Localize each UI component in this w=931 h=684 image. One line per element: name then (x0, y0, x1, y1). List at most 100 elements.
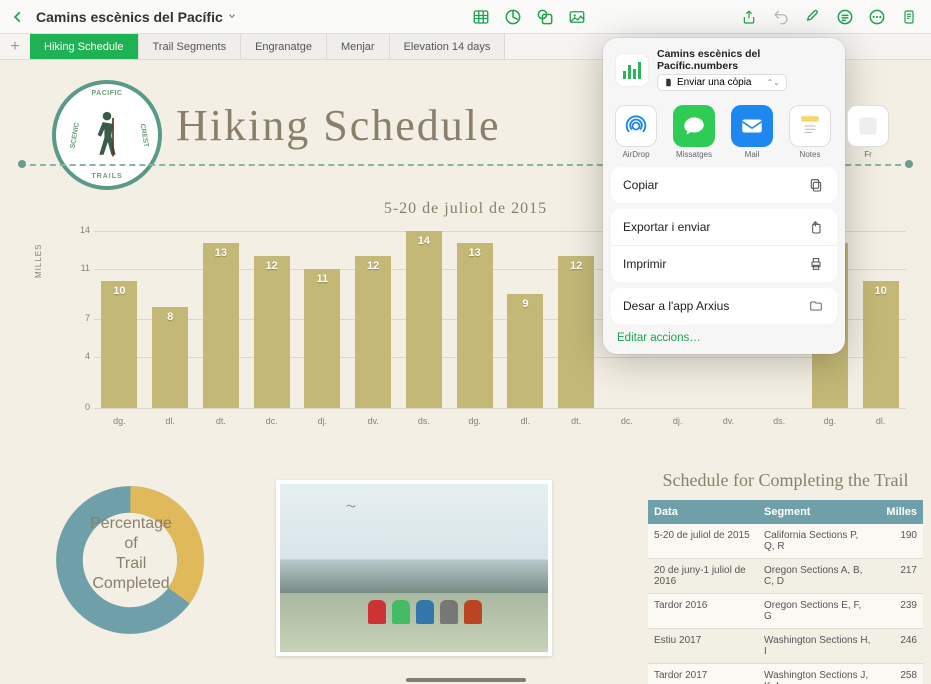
table-row[interactable]: 5-20 de juliol de 2015California Section… (648, 524, 923, 559)
shapes-icon[interactable] (529, 3, 561, 31)
share-app-other[interactable]: Fr (847, 105, 889, 159)
share-app-mail[interactable]: Mail (731, 105, 773, 159)
bar[interactable]: 10 (863, 281, 899, 408)
back-button[interactable] (6, 5, 30, 29)
chart-icon[interactable] (497, 3, 529, 31)
sheet-tab[interactable]: Hiking Schedule (30, 34, 139, 59)
bar[interactable]: 11 (304, 269, 340, 408)
table-row[interactable]: Tardor 2016Oregon Sections E, F, G239 (648, 594, 923, 629)
logo-text-top: PACIFIC (56, 90, 158, 97)
x-tick: dc. (266, 416, 278, 426)
bar-value: 10 (101, 285, 137, 297)
bar-value: 11 (304, 273, 340, 285)
bar[interactable]: 14 (406, 231, 442, 408)
bar[interactable]: 12 (254, 256, 290, 408)
share-icon[interactable] (733, 3, 765, 31)
x-tick: dg. (113, 416, 126, 426)
action-print[interactable]: Imprimir (611, 245, 837, 282)
gridline (94, 408, 906, 409)
action-export[interactable]: Exportar i enviar (611, 209, 837, 245)
y-tick: 11 (72, 263, 90, 273)
donut-label: Percentage of Trail Completed (56, 514, 206, 594)
y-tick: 4 (72, 351, 90, 361)
x-tick: dv. (723, 416, 734, 426)
bar-value: 12 (558, 260, 594, 272)
sheet-tab[interactable]: Trail Segments (139, 34, 242, 59)
folder-icon (807, 297, 825, 315)
table-row[interactable]: 20 de juny-1 juliol de 2016Oregon Sectio… (648, 559, 923, 594)
x-tick: dl. (165, 416, 175, 426)
bar-value: 13 (457, 247, 493, 259)
app-label: Missatges (676, 150, 712, 159)
sheet-tab[interactable]: Elevation 14 days (390, 34, 506, 59)
mail-icon (731, 105, 773, 147)
share-app-airdrop[interactable]: AirDrop (615, 105, 657, 159)
more-icon[interactable] (861, 3, 893, 31)
collab-icon[interactable] (829, 3, 861, 31)
bar-value: 10 (863, 285, 899, 297)
x-tick: dj. (318, 416, 328, 426)
bar-value: 12 (254, 260, 290, 272)
table-icon[interactable] (465, 3, 497, 31)
app-label: Mail (745, 150, 760, 159)
bar-value: 9 (507, 298, 543, 310)
app-toolbar: Camins escènics del Pacífic (0, 0, 931, 34)
bar[interactable]: 12 (558, 256, 594, 408)
bird-icon: 〜 (346, 498, 356, 513)
table-row[interactable]: Tardor 2017Washington Sections J, K, L25… (648, 664, 923, 684)
edit-actions-link[interactable]: Editar accions… (603, 324, 845, 346)
logo-text-right: CREST (139, 123, 150, 148)
table-header: Data Segment Milles (648, 500, 923, 524)
app-label: Fr (864, 150, 872, 159)
page-title: Hiking Schedule (176, 100, 501, 151)
bar-value: 12 (355, 260, 391, 272)
action-copy[interactable]: Copiar (611, 167, 837, 203)
export-icon (807, 218, 825, 236)
chevron-updown-icon: ⌃⌄ (767, 78, 780, 87)
add-sheet-button[interactable]: + (0, 34, 30, 59)
messages-icon (673, 105, 715, 147)
print-icon (807, 255, 825, 273)
table-row[interactable]: Estiu 2017Washington Sections H, I246 (648, 629, 923, 664)
x-tick: dj. (673, 416, 683, 426)
home-indicator (406, 678, 526, 682)
x-tick: dl. (876, 416, 886, 426)
bar-value: 8 (152, 311, 188, 323)
y-tick: 7 (72, 313, 90, 323)
chevron-left-icon (11, 10, 25, 24)
sheet-tab[interactable]: Engranatge (241, 34, 327, 59)
share-app-notes[interactable]: Notes (789, 105, 831, 159)
x-tick: dt. (571, 416, 581, 426)
bar-value: 14 (406, 235, 442, 247)
undo-icon[interactable] (765, 3, 797, 31)
bar[interactable]: 8 (152, 307, 188, 408)
sheet-tab[interactable]: Menjar (327, 34, 390, 59)
chevron-down-icon[interactable] (227, 8, 237, 26)
bar[interactable]: 10 (101, 281, 137, 408)
x-tick: dv. (367, 416, 378, 426)
bar[interactable]: 12 (355, 256, 391, 408)
doc-icon[interactable] (893, 3, 925, 31)
app-label: AirDrop (622, 150, 649, 159)
x-tick: ds. (418, 416, 430, 426)
table-title: Schedule for Completing the Trail (648, 470, 923, 492)
photo[interactable]: 〜 (276, 480, 552, 656)
bar[interactable]: 13 (203, 243, 239, 408)
page-icon (664, 77, 673, 88)
bar[interactable]: 13 (457, 243, 493, 408)
media-icon[interactable] (561, 3, 593, 31)
document-title[interactable]: Camins escènics del Pacífic (36, 9, 223, 25)
x-tick: ds. (773, 416, 785, 426)
format-brush-icon[interactable] (797, 3, 829, 31)
logo: PACIFIC SCENIC CREST TRAILS (52, 80, 162, 190)
notes-icon (789, 105, 831, 147)
schedule-table[interactable]: Schedule for Completing the Trail Data S… (648, 470, 923, 684)
y-axis-label: MILLES (34, 244, 43, 278)
y-tick: 14 (72, 225, 90, 235)
action-folder[interactable]: Desar a l'app Arxius (611, 288, 837, 324)
share-mode-select[interactable]: Enviar una còpia ⌃⌄ (657, 74, 787, 91)
share-app-messages[interactable]: Missatges (673, 105, 715, 159)
bar[interactable]: 9 (507, 294, 543, 408)
x-tick: dl. (521, 416, 531, 426)
hiker-icon (82, 105, 132, 165)
